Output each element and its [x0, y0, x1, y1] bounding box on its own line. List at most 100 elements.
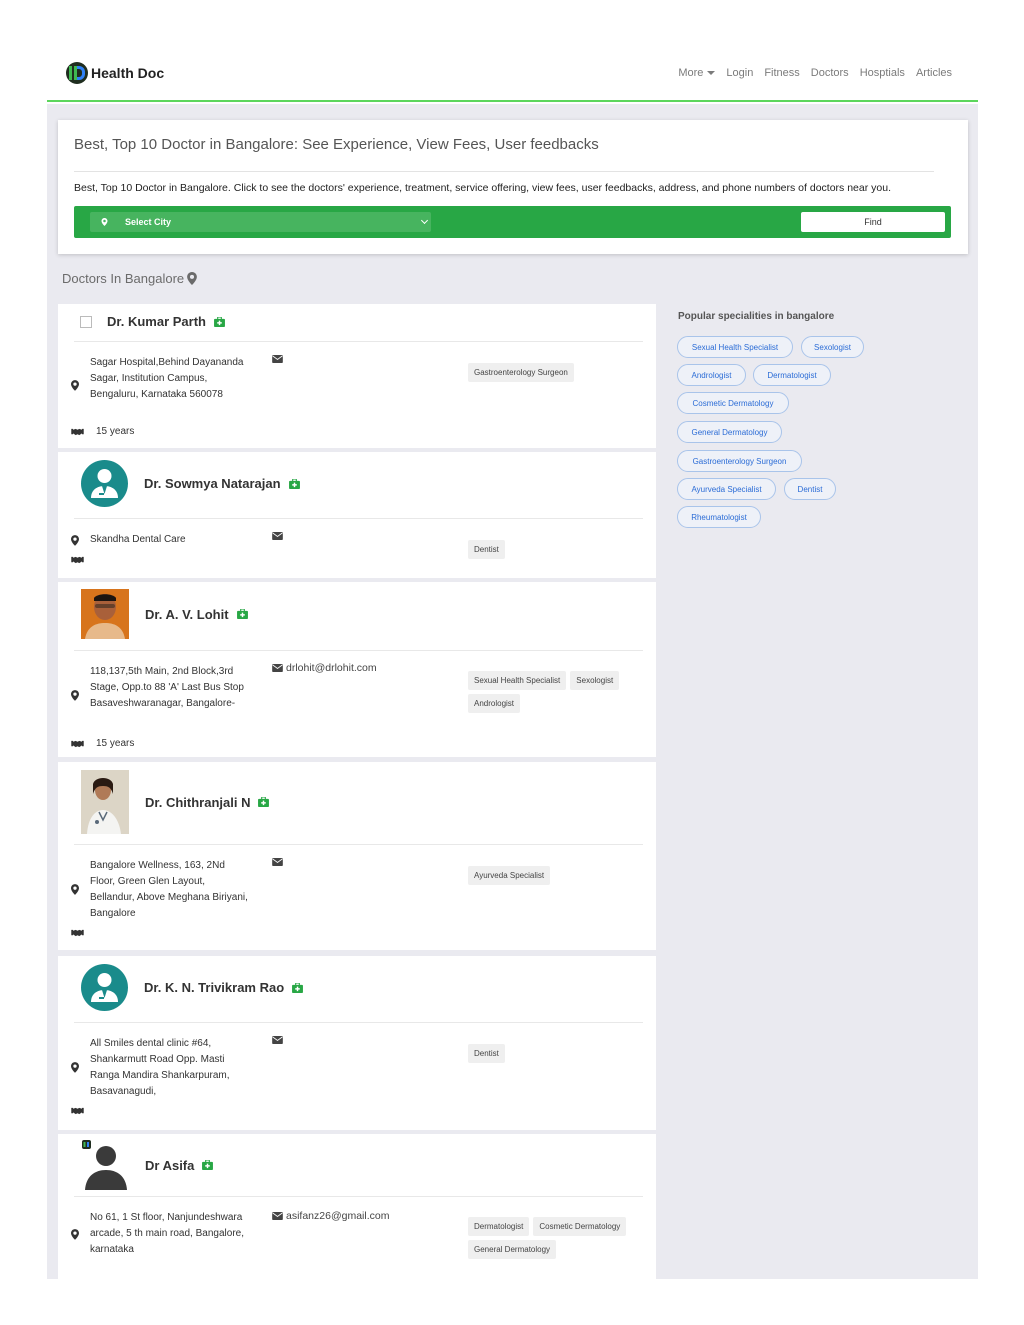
speciality-pill[interactable]: Sexologist — [801, 336, 864, 358]
speciality-tag[interactable]: Ayurveda Specialist — [468, 866, 551, 885]
doctor-card[interactable]: Dr. A. V. Lohit 118,137,5th Main, 2nd Bl… — [58, 582, 656, 757]
doctor-experience: 15 years — [71, 426, 134, 437]
doctor-photo — [81, 589, 129, 639]
doctor-name[interactable]: Dr. A. V. Lohit — [145, 607, 248, 622]
map-marker-icon — [71, 690, 79, 701]
medkit-icon — [292, 982, 304, 993]
doctor-email-text: asifanz26@gmail.com — [286, 1210, 390, 1222]
hero-card: Best, Top 10 Doctor in Bangalore: See Ex… — [58, 120, 968, 254]
doctor-avatar-icon — [81, 460, 128, 507]
doctor-email[interactable] — [272, 355, 286, 363]
experience-text: 15 years — [96, 738, 135, 749]
handshake-icon — [71, 740, 84, 747]
nav-login[interactable]: Login — [726, 67, 753, 79]
doctor-specialities: Dermatologist Cosmetic Dermatology Gener… — [468, 1217, 648, 1259]
caret-down-icon — [707, 71, 716, 76]
nav-links: More Login Fitness Doctors Hosptials Art… — [667, 67, 952, 79]
speciality-tag[interactable]: Sexual Health Specialist — [468, 671, 567, 690]
speciality-pill[interactable]: General Dermatology — [677, 421, 782, 443]
main-content: Best, Top 10 Doctor in Bangalore: See Ex… — [47, 104, 978, 1279]
sidebar-title: Popular specialities in bangalore — [678, 311, 835, 322]
doctor-card[interactable]: Dr. K. N. Trivikram Rao All Smiles denta… — [58, 956, 656, 1130]
doctor-photo — [81, 1140, 129, 1190]
nav-more-dropdown[interactable]: More — [678, 67, 716, 79]
doctor-card[interactable]: Dr. Kumar Parth Sagar Hospital,Behind Da… — [58, 304, 656, 448]
speciality-tag[interactable]: Sexologist — [570, 671, 620, 690]
doctor-email[interactable]: drlohit@drlohit.com — [272, 662, 377, 674]
section-title-text: Doctors In Bangalore — [62, 271, 185, 286]
doctor-name[interactable]: Dr Asifa — [145, 1157, 214, 1173]
doctor-photo-broken — [80, 315, 92, 328]
envelope-icon — [272, 355, 283, 363]
doctor-address: Bangalore Wellness, 163, 2Nd Floor, Gree… — [90, 860, 248, 919]
find-button[interactable]: Find — [801, 212, 945, 232]
doctor-name-text: Dr. K. N. Trivikram Rao — [144, 980, 285, 995]
speciality-tag[interactable]: Dentist — [468, 1044, 505, 1063]
speciality-tag[interactable]: General Dermatology — [468, 1240, 557, 1259]
medkit-icon — [202, 1160, 214, 1170]
medkit-icon — [288, 478, 300, 489]
speciality-pill[interactable]: Dermatologist — [753, 364, 831, 386]
doctor-avatar-icon — [81, 964, 128, 1011]
nav-hospitals[interactable]: Hosptials — [860, 67, 905, 79]
speciality-pill[interactable]: Ayurveda Specialist — [677, 478, 776, 500]
doctor-card[interactable]: Dr. Sowmya Natarajan Skandha Dental Care… — [58, 452, 656, 578]
doctor-name[interactable]: Dr. Sowmya Natarajan — [144, 476, 300, 491]
speciality-tag[interactable]: Andrologist — [468, 694, 521, 713]
doctor-card[interactable]: Dr Asifa No 61, 1 St floor, Nanjundeshwa… — [58, 1134, 656, 1279]
envelope-icon — [272, 664, 283, 672]
doctor-card[interactable]: Dr. Chithranjali N Bangalore Wellness, 1… — [58, 762, 656, 950]
speciality-pill[interactable]: Cosmetic Dermatology — [677, 392, 789, 414]
doctor-name[interactable]: Dr. K. N. Trivikram Rao — [144, 980, 304, 995]
doctor-name[interactable]: Dr. Kumar Parth — [107, 314, 225, 329]
speciality-pill[interactable]: Rheumatologist — [677, 506, 761, 528]
doctor-email[interactable] — [272, 1036, 286, 1044]
doctor-email[interactable]: asifanz26@gmail.com — [272, 1210, 389, 1222]
doctor-specialities: Ayurveda Specialist — [468, 866, 648, 885]
doctor-name-text: Dr. Kumar Parth — [107, 314, 206, 329]
divider — [74, 171, 934, 172]
nav-doctors[interactable]: Doctors — [811, 67, 849, 79]
brand-link[interactable]: Health Doc — [66, 62, 164, 84]
doctor-name-text: Dr Asifa — [145, 1157, 195, 1173]
divider — [74, 844, 643, 845]
medkit-icon — [236, 609, 248, 619]
map-marker-icon — [187, 272, 197, 285]
doctor-name[interactable]: Dr. Chithranjali N — [145, 795, 270, 810]
page-title: Best, Top 10 Doctor in Bangalore: See Ex… — [74, 136, 599, 153]
nav-articles[interactable]: Articles — [916, 67, 952, 79]
speciality-tag[interactable]: Dentist — [468, 540, 505, 559]
doctor-email[interactable] — [272, 532, 286, 540]
handshake-icon — [71, 929, 84, 937]
map-pin-icon — [101, 218, 108, 226]
doctor-experience — [71, 1107, 96, 1115]
speciality-pill[interactable]: Gastroenterology Surgeon — [677, 450, 802, 472]
section-title: Doctors In Bangalore — [62, 271, 197, 286]
speciality-tag[interactable]: Cosmetic Dermatology — [533, 1217, 627, 1236]
divider — [74, 341, 643, 342]
map-marker-icon — [71, 884, 79, 895]
doctor-email[interactable] — [272, 858, 286, 866]
chevron-down-icon — [420, 216, 429, 225]
speciality-tag[interactable]: Gastroenterology Surgeon — [468, 363, 574, 382]
doctor-experience — [71, 929, 96, 937]
doctor-specialities: Gastroenterology Surgeon — [468, 363, 648, 382]
divider — [74, 518, 643, 519]
doctor-email-text: drlohit@drlohit.com — [286, 662, 377, 674]
city-select[interactable]: Select City — [90, 212, 431, 232]
map-marker-icon — [71, 380, 79, 391]
handshake-icon — [71, 1107, 84, 1115]
city-search-bar: Select City Find — [74, 206, 951, 238]
nav-fitness[interactable]: Fitness — [764, 67, 799, 79]
nav-more-label: More — [678, 67, 704, 79]
speciality-tag[interactable]: Dermatologist — [468, 1217, 530, 1236]
brand-name: Health Doc — [91, 65, 165, 81]
envelope-icon — [272, 1036, 283, 1044]
speciality-pill[interactable]: Andrologist — [677, 364, 746, 386]
divider — [74, 1022, 643, 1023]
doctor-name-text: Dr. A. V. Lohit — [145, 606, 229, 622]
envelope-icon — [272, 532, 283, 540]
speciality-pill[interactable]: Dentist — [784, 478, 836, 500]
divider — [74, 650, 643, 651]
speciality-pill[interactable]: Sexual Health Specialist — [677, 336, 793, 358]
